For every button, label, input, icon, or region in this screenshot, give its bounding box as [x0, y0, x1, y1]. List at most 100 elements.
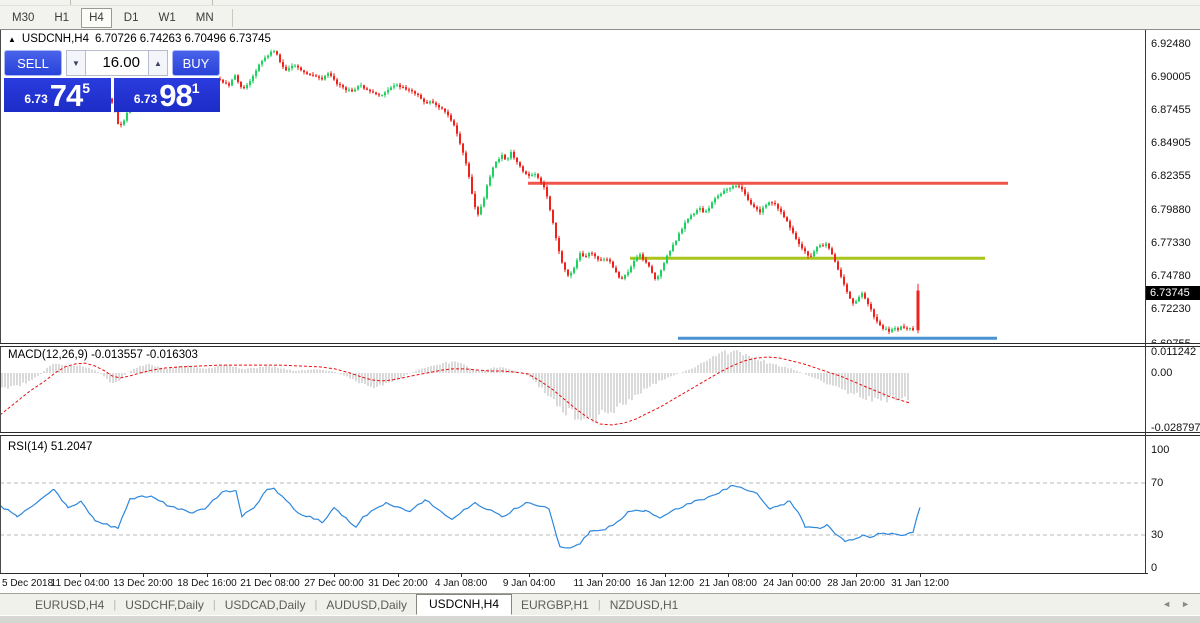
candle-body	[594, 254, 596, 257]
candle-body	[378, 94, 380, 95]
candle-body	[786, 217, 788, 221]
time-axis-tick	[461, 574, 462, 577]
price-axis-label: 6.90005	[1151, 71, 1191, 83]
candle-body	[414, 91, 416, 93]
candle-body	[249, 81, 251, 85]
sell-price-pip: 5	[82, 80, 90, 96]
time-axis-label: 16 Jan 12:00	[636, 578, 694, 589]
candle-body	[390, 87, 392, 89]
candle-body	[693, 214, 695, 216]
candle-body	[903, 326, 905, 327]
candle-body	[510, 152, 512, 158]
last-candle-body	[917, 291, 920, 331]
candle-body	[291, 66, 293, 68]
candle-body	[885, 329, 887, 330]
time-axis-label: 4 Jan 08:00	[435, 578, 487, 589]
candle-body	[837, 262, 839, 270]
candle-body	[450, 115, 452, 120]
pane-splitter-rsi[interactable]	[0, 432, 1200, 436]
candle-body	[690, 215, 692, 219]
pane-splitter-macd[interactable]	[0, 343, 1200, 347]
tabs-scroll-right-icon[interactable]: ►	[1181, 599, 1190, 609]
candle-body	[417, 94, 419, 95]
time-axis-tick	[602, 574, 603, 577]
time-axis-tick	[334, 574, 335, 577]
candle-body	[375, 93, 377, 95]
chart-tab-usdcad[interactable]: USDCAD,Daily	[216, 596, 315, 614]
candle-body	[615, 268, 617, 272]
candle-body	[633, 261, 635, 267]
candle-body	[702, 208, 704, 212]
candle-body	[372, 91, 374, 92]
candle-body	[747, 194, 749, 200]
timeframe-button-w1[interactable]: W1	[150, 8, 183, 28]
candle-body	[117, 112, 119, 124]
candle-body	[759, 209, 761, 212]
candle-body	[504, 155, 506, 159]
candle-body	[705, 211, 707, 212]
candle-body	[393, 86, 395, 88]
candle-body	[336, 80, 338, 85]
timeframe-button-m30[interactable]: M30	[4, 8, 42, 28]
candle-body	[381, 95, 383, 96]
volume-input[interactable]: 16.00	[86, 50, 148, 76]
candle-body	[765, 205, 767, 208]
candle-body	[309, 74, 311, 75]
one-click-trade-panel: SELL ▼ 16.00 ▲ BUY 6.73 74 5 6.73 98 1	[4, 50, 220, 112]
price-axis-label: 6.72230	[1151, 303, 1191, 315]
price-axis-label: 6.84905	[1151, 137, 1191, 149]
chart-tab-audusd[interactable]: AUDUSD,Daily	[317, 596, 416, 614]
timeframe-button-d1[interactable]: D1	[116, 8, 147, 28]
candle-body	[834, 254, 836, 261]
candle-body	[444, 109, 446, 112]
timeframe-button-h4[interactable]: H4	[81, 8, 112, 28]
time-axis-tick	[728, 574, 729, 577]
chart-tab-nzdusd[interactable]: NZDUSD,H1	[601, 596, 688, 614]
timeframe-button-mn[interactable]: MN	[188, 8, 222, 28]
candle-body	[618, 272, 620, 277]
candle-body	[543, 183, 545, 187]
candle-body	[768, 202, 770, 205]
candle-body	[612, 262, 614, 268]
tabs-scroll-left-icon[interactable]: ◄	[1162, 599, 1171, 609]
candle-body	[621, 277, 623, 278]
sell-button[interactable]: SELL	[4, 50, 62, 76]
chevron-up-icon: ▲	[154, 59, 162, 68]
timeframe-button-h1[interactable]: H1	[46, 8, 77, 28]
buy-price-display[interactable]: 6.73 98 1	[114, 78, 221, 112]
price-axis-border	[1145, 30, 1146, 573]
candle-body	[237, 75, 239, 82]
volume-increase-button[interactable]: ▲	[148, 50, 168, 76]
price-axis-label: 6.74780	[1151, 270, 1191, 282]
candle-body	[357, 86, 359, 89]
time-axis[interactable]: 5 Dec 201811 Dec 04:0013 Dec 20:0018 Dec…	[0, 574, 1200, 593]
candle-body	[780, 209, 782, 212]
candle-body	[876, 317, 878, 322]
candle-body	[828, 244, 830, 249]
candle-body	[744, 189, 746, 194]
candle-body	[252, 76, 254, 81]
candle-body	[330, 73, 332, 76]
candle-body	[642, 254, 644, 259]
candle-body	[627, 272, 629, 275]
price-axis[interactable]: 6.73745 6.924806.900056.874556.849056.82…	[1146, 30, 1200, 573]
candle-body	[843, 277, 845, 285]
chart-tab-usdchf[interactable]: USDCHF,Daily	[116, 596, 213, 614]
candle-body	[531, 175, 533, 176]
chart-tab-eurusd[interactable]: EURUSD,H4	[26, 596, 113, 614]
candle-body	[366, 88, 368, 89]
candle-body	[522, 166, 524, 171]
candle-body	[783, 212, 785, 217]
macd-value: -0.013557	[91, 349, 143, 361]
current-price-tag: 6.73745	[1146, 286, 1200, 300]
chart-tab-usdcnh[interactable]: USDCNH,H4	[416, 594, 512, 615]
candle-body	[816, 247, 818, 251]
volume-decrease-button[interactable]: ▼	[66, 50, 86, 76]
chart-tab-eurgbp[interactable]: EURGBP,H1	[512, 596, 598, 614]
candle-body	[561, 251, 563, 262]
candle-body	[855, 301, 857, 303]
candle-body	[597, 256, 599, 259]
buy-button[interactable]: BUY	[172, 50, 220, 76]
candle-body	[339, 84, 341, 85]
sell-price-display[interactable]: 6.73 74 5	[4, 78, 111, 112]
